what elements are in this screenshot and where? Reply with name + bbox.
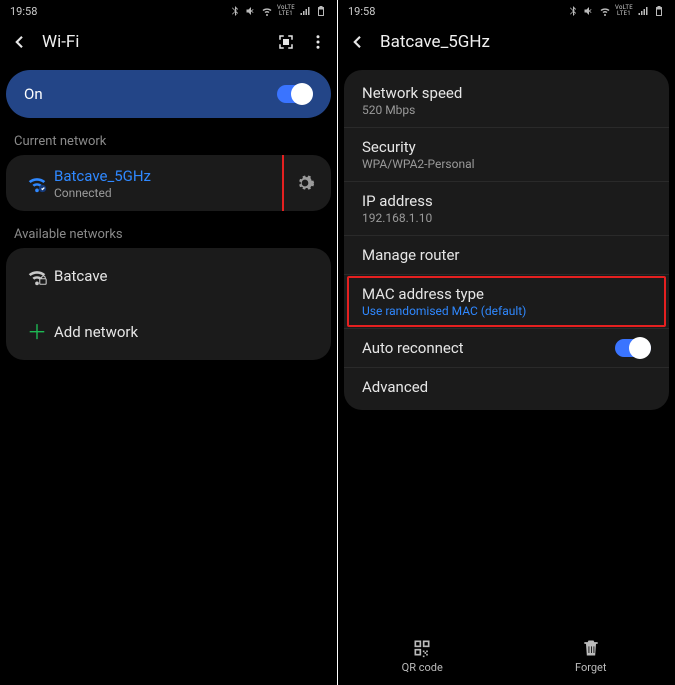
qr-scan-icon[interactable] xyxy=(277,33,295,51)
status-bar: 19:58 VoLTELTE1 xyxy=(338,0,675,22)
status-icons: VoLTELTE1 xyxy=(567,5,665,17)
row-security: Security WPA/WPA2-Personal xyxy=(344,128,669,182)
security-key: Security xyxy=(362,138,475,156)
forget-label: Forget xyxy=(575,661,606,674)
header-title: Batcave_5GHz xyxy=(380,32,490,52)
network-label: VoLTELTE1 xyxy=(277,5,295,17)
status-bar: 19:58 VoLTELTE1 xyxy=(0,0,337,22)
mac-val: Use randomised MAC (default) xyxy=(362,304,526,318)
available-network-row[interactable]: Batcave xyxy=(6,248,331,304)
wifi-connected-icon xyxy=(20,172,54,194)
row-auto-reconnect[interactable]: Auto reconnect xyxy=(344,329,669,368)
status-icons: VoLTELTE1 xyxy=(229,5,327,17)
qr-icon xyxy=(412,638,432,658)
signal-icon xyxy=(637,5,649,17)
add-network-label: Add network xyxy=(54,323,317,341)
row-ip: IP address 192.168.1.10 xyxy=(344,182,669,236)
bluetooth-icon xyxy=(229,5,241,17)
manage-key: Manage router xyxy=(362,246,460,264)
mute-icon xyxy=(583,5,595,17)
current-ssid: Batcave_5GHz xyxy=(54,167,272,185)
mute-icon xyxy=(245,5,257,17)
wifi-icon xyxy=(261,5,273,17)
available-ssid: Batcave xyxy=(54,267,317,285)
network-label: VoLTELTE1 xyxy=(615,5,633,17)
toggle-on-icon[interactable] xyxy=(277,85,313,103)
network-detail-card: Network speed 520 Mbps Security WPA/WPA2… xyxy=(344,70,669,410)
speed-val: 520 Mbps xyxy=(362,103,462,117)
network-settings-button[interactable] xyxy=(293,171,317,195)
bottom-actions: QR code Forget xyxy=(338,627,675,685)
wifi-header: Wi-Fi xyxy=(0,22,337,62)
section-available-label: Available networks xyxy=(0,221,337,248)
row-network-speed: Network speed 520 Mbps xyxy=(344,74,669,128)
wifi-icon xyxy=(599,5,611,17)
current-network-row[interactable]: Batcave_5GHz Connected xyxy=(6,155,331,211)
back-icon[interactable] xyxy=(10,33,28,51)
security-val: WPA/WPA2-Personal xyxy=(362,157,475,171)
section-current-label: Current network xyxy=(0,128,337,155)
adv-key: Advanced xyxy=(362,378,428,396)
current-status: Connected xyxy=(54,186,272,200)
auto-key: Auto reconnect xyxy=(362,339,464,357)
plus-icon: ＋ xyxy=(20,322,54,342)
add-network-row[interactable]: ＋ Add network xyxy=(6,304,331,360)
available-networks-card: Batcave ＋ Add network xyxy=(6,248,331,360)
signal-icon xyxy=(299,5,311,17)
current-network-card: Batcave_5GHz Connected xyxy=(6,155,331,211)
back-icon[interactable] xyxy=(348,33,366,51)
row-advanced[interactable]: Advanced xyxy=(344,368,669,406)
mac-key: MAC address type xyxy=(362,285,526,303)
status-time: 19:58 xyxy=(348,5,375,18)
divider xyxy=(282,172,283,194)
battery-icon xyxy=(315,5,327,17)
qr-label: QR code xyxy=(402,661,443,674)
phone-right: 19:58 VoLTELTE1 Batcave_5GHz Network spe… xyxy=(338,0,675,685)
row-mac-type[interactable]: MAC address type Use randomised MAC (def… xyxy=(344,275,669,329)
forget-button[interactable]: Forget xyxy=(507,627,675,685)
phone-left: 19:58 VoLTELTE1 Wi-Fi On Current network… xyxy=(0,0,337,685)
status-time: 19:58 xyxy=(10,5,37,18)
more-icon[interactable] xyxy=(309,33,327,51)
network-detail-header: Batcave_5GHz xyxy=(338,22,675,62)
auto-reconnect-toggle[interactable] xyxy=(615,339,651,357)
ip-val: 192.168.1.10 xyxy=(362,211,433,225)
wifi-master-toggle[interactable]: On xyxy=(6,70,331,118)
header-title: Wi-Fi xyxy=(42,32,79,52)
row-manage-router[interactable]: Manage router xyxy=(344,236,669,275)
wifi-toggle-label: On xyxy=(24,85,43,103)
trash-icon xyxy=(581,638,601,658)
speed-key: Network speed xyxy=(362,84,462,102)
qr-code-button[interactable]: QR code xyxy=(338,627,507,685)
battery-icon xyxy=(653,5,665,17)
wifi-secure-icon xyxy=(20,265,54,287)
ip-key: IP address xyxy=(362,192,433,210)
bluetooth-icon xyxy=(567,5,579,17)
